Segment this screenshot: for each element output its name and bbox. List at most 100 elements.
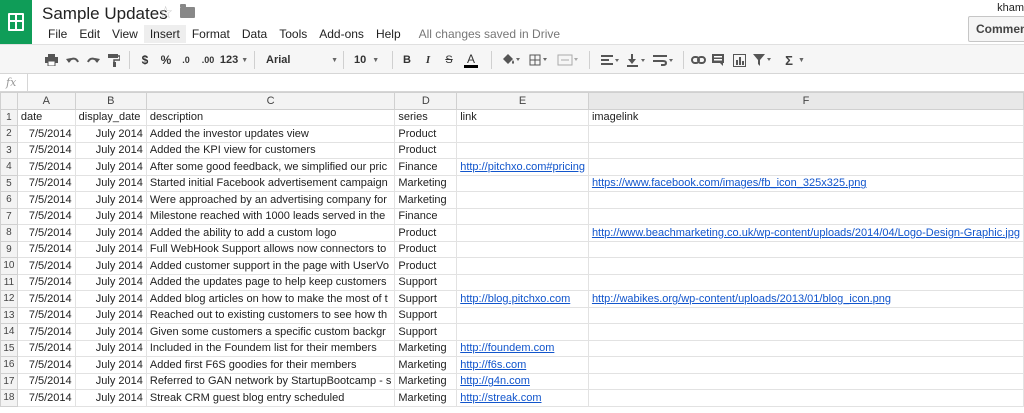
row-header[interactable]: 13 — [0, 306, 18, 324]
table-cell[interactable]: July 2014 — [74, 240, 147, 258]
column-header[interactable]: F — [587, 92, 1024, 110]
table-cell[interactable]: http://www.beachmarketing.co.uk/wp-conte… — [587, 224, 1024, 242]
table-cell[interactable] — [456, 141, 589, 159]
table-cell[interactable]: Added the updates page to help keep cust… — [145, 273, 396, 291]
table-cell[interactable]: July 2014 — [74, 290, 147, 308]
table-cell[interactable]: imagelink — [587, 108, 1024, 126]
formula-input[interactable] — [27, 74, 1024, 91]
font-family-select[interactable]: Arial ▼ — [266, 52, 338, 68]
table-cell[interactable]: 7/5/2014 — [16, 191, 76, 209]
table-cell[interactable]: Added first F6S goodies for their member… — [145, 356, 396, 374]
table-cell[interactable]: description — [145, 108, 396, 126]
table-cell[interactable]: Product — [394, 240, 458, 258]
cell-link[interactable]: http://pitchxo.com#pricing — [460, 161, 585, 173]
table-cell[interactable]: http://pitchxo.com#pricing — [456, 158, 589, 176]
paint-format-icon[interactable] — [107, 52, 121, 68]
text-wrap-icon[interactable] — [652, 52, 676, 68]
table-cell[interactable]: 7/5/2014 — [16, 141, 76, 159]
increase-decimal-button[interactable]: .00 — [198, 52, 218, 68]
table-cell[interactable]: July 2014 — [74, 257, 147, 275]
menu-file[interactable]: File — [42, 25, 73, 43]
row-header[interactable]: 14 — [0, 323, 18, 341]
table-cell[interactable]: Full WebHook Support allows now connecto… — [145, 240, 396, 258]
row-header[interactable]: 4 — [0, 158, 18, 176]
insert-link-icon[interactable] — [690, 52, 706, 68]
table-cell[interactable]: July 2014 — [74, 356, 147, 374]
table-cell[interactable] — [587, 306, 1024, 324]
table-cell[interactable]: link — [456, 108, 589, 126]
table-cell[interactable]: July 2014 — [74, 158, 147, 176]
table-cell[interactable]: 7/5/2014 — [16, 273, 76, 291]
table-cell[interactable]: 7/5/2014 — [16, 240, 76, 258]
cell-link[interactable]: http://wabikes.org/wp-content/uploads/20… — [592, 293, 891, 305]
star-icon[interactable]: ☆ — [158, 3, 173, 23]
table-cell[interactable]: date — [16, 108, 76, 126]
row-header[interactable]: 17 — [0, 372, 18, 390]
bold-button[interactable]: B — [400, 52, 414, 68]
comments-button[interactable]: Comments — [968, 16, 1024, 42]
column-header[interactable]: A — [16, 92, 76, 110]
table-cell[interactable] — [456, 273, 589, 291]
folder-icon[interactable] — [180, 4, 195, 18]
table-cell[interactable]: July 2014 — [74, 224, 147, 242]
table-cell[interactable]: http://g4n.com — [456, 372, 589, 390]
table-cell[interactable]: 7/5/2014 — [16, 174, 76, 192]
table-cell[interactable]: Given some customers a specific custom b… — [145, 323, 396, 341]
merge-cells-icon[interactable] — [556, 52, 580, 68]
cell-link[interactable]: http://www.beachmarketing.co.uk/wp-conte… — [592, 227, 1020, 239]
table-cell[interactable]: July 2014 — [74, 207, 147, 225]
table-cell[interactable] — [587, 207, 1024, 225]
functions-button[interactable]: Σ ▼ — [783, 52, 807, 68]
table-cell[interactable] — [456, 224, 589, 242]
table-cell[interactable]: http://f6s.com — [456, 356, 589, 374]
table-cell[interactable]: July 2014 — [74, 141, 147, 159]
text-color-button[interactable]: A — [462, 52, 480, 68]
table-cell[interactable] — [587, 389, 1024, 407]
table-cell[interactable]: http://streak.com — [456, 389, 589, 407]
table-cell[interactable]: https://www.facebook.com/images/fb_icon_… — [587, 174, 1024, 192]
cell-link[interactable]: http://f6s.com — [460, 359, 526, 371]
table-cell[interactable] — [456, 306, 589, 324]
table-cell[interactable]: Were approached by an advertising compan… — [145, 191, 396, 209]
font-size-select[interactable]: 10 ▼ — [354, 52, 384, 68]
table-cell[interactable]: 7/5/2014 — [16, 389, 76, 407]
document-title[interactable]: Sample Updates — [42, 4, 168, 24]
table-cell[interactable]: Added customer support in the page with … — [145, 257, 396, 275]
table-cell[interactable]: Streak CRM guest blog entry scheduled — [145, 389, 396, 407]
table-cell[interactable]: Reached out to existing customers to see… — [145, 306, 396, 324]
table-cell[interactable]: Added the KPI view for customers — [145, 141, 396, 159]
row-header[interactable]: 10 — [0, 257, 18, 275]
table-cell[interactable] — [587, 372, 1024, 390]
table-cell[interactable] — [456, 257, 589, 275]
cell-link[interactable]: http://streak.com — [460, 392, 541, 404]
table-cell[interactable]: July 2014 — [74, 339, 147, 357]
horizontal-align-icon[interactable] — [600, 52, 622, 68]
table-cell[interactable]: Product — [394, 224, 458, 242]
table-cell[interactable]: Started initial Facebook advertisement c… — [145, 174, 396, 192]
table-cell[interactable]: http://foundem.com — [456, 339, 589, 357]
table-cell[interactable]: July 2014 — [74, 306, 147, 324]
italic-button[interactable]: I — [421, 52, 435, 68]
table-cell[interactable] — [587, 356, 1024, 374]
table-cell[interactable]: 7/5/2014 — [16, 257, 76, 275]
fill-color-icon[interactable] — [500, 52, 522, 68]
table-cell[interactable]: Support — [394, 323, 458, 341]
cell-link[interactable]: http://blog.pitchxo.com — [460, 293, 570, 305]
menu-view[interactable]: View — [106, 25, 144, 43]
table-cell[interactable]: July 2014 — [74, 389, 147, 407]
table-cell[interactable]: Product — [394, 141, 458, 159]
column-header[interactable]: C — [145, 92, 396, 110]
menu-tools[interactable]: Tools — [273, 25, 313, 43]
table-cell[interactable]: display_date — [74, 108, 147, 126]
table-cell[interactable] — [587, 273, 1024, 291]
table-cell[interactable]: 7/5/2014 — [16, 290, 76, 308]
table-cell[interactable]: http://blog.pitchxo.com — [456, 290, 589, 308]
table-cell[interactable]: Marketing — [394, 389, 458, 407]
table-cell[interactable]: July 2014 — [74, 273, 147, 291]
sheets-logo-icon[interactable] — [0, 0, 32, 44]
table-cell[interactable]: Marketing — [394, 174, 458, 192]
row-header[interactable]: 15 — [0, 339, 18, 357]
user-name[interactable]: kham — [997, 2, 1024, 14]
filter-icon[interactable] — [752, 52, 774, 68]
table-cell[interactable]: Included in the Foundem list for their m… — [145, 339, 396, 357]
